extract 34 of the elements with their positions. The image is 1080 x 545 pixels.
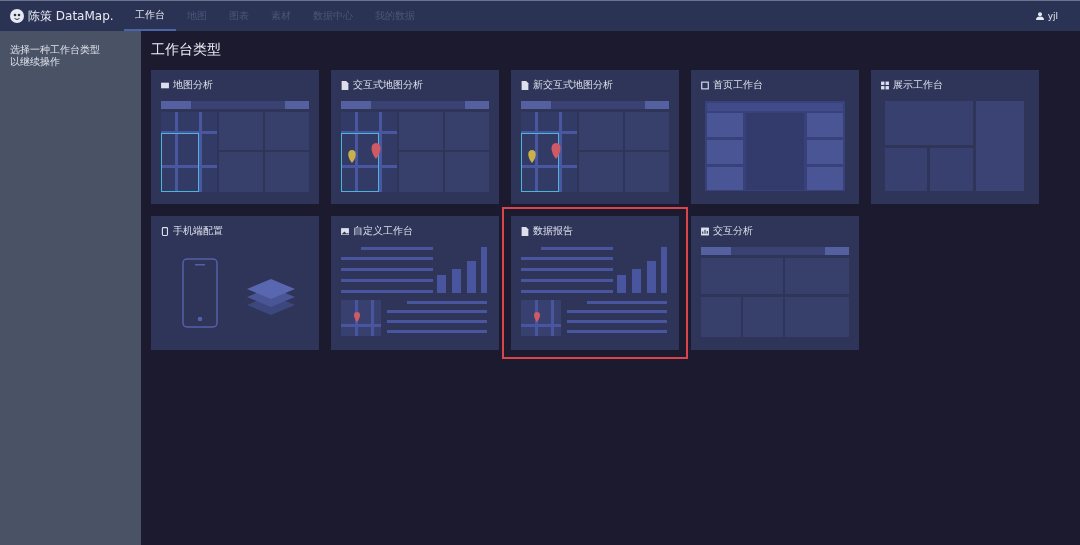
- card-title: 展示工作台: [893, 78, 943, 92]
- card-title: 新交互式地图分析: [533, 78, 613, 92]
- workspace-card[interactable]: 数据报告: [511, 216, 679, 350]
- workspace-card[interactable]: 自定义工作台: [331, 216, 499, 350]
- workspace-card[interactable]: 展示工作台: [871, 70, 1039, 204]
- card-title: 自定义工作台: [353, 224, 413, 238]
- document-icon: [521, 80, 529, 90]
- user-name[interactable]: yjl: [1047, 11, 1058, 21]
- workspace-card[interactable]: 首页工作台: [691, 70, 859, 204]
- window-icon: [701, 80, 709, 90]
- workspace-card[interactable]: 交互式地图分析: [331, 70, 499, 204]
- phone-icon: [161, 226, 169, 236]
- workspace-card[interactable]: 新交互式地图分析: [511, 70, 679, 204]
- app-logo: 陈策 DataMap.: [28, 7, 114, 25]
- image-icon: [341, 226, 349, 236]
- card-title: 地图分析: [173, 78, 213, 92]
- rectangle-icon: [161, 80, 169, 90]
- logo-icon: [10, 9, 24, 23]
- grid-icon: [881, 80, 889, 90]
- sidebar-hint: 选择一种工作台类型: [10, 44, 101, 56]
- sidebar-hint: 以继续操作: [10, 56, 61, 68]
- card-title: 数据报告: [533, 224, 573, 238]
- card-title: 手机端配置: [173, 224, 223, 238]
- card-title: 首页工作台: [713, 78, 763, 92]
- card-title: 交互分析: [713, 224, 753, 238]
- section-title: 工作台类型: [151, 41, 222, 59]
- workspace-card[interactable]: 交互分析: [691, 216, 859, 350]
- workspace-card[interactable]: 地图分析: [151, 70, 319, 204]
- chart-icon: [701, 226, 709, 236]
- document-icon: [521, 226, 529, 236]
- user-icon: [1035, 12, 1044, 20]
- workspace-card[interactable]: 手机端配置: [151, 216, 319, 350]
- document-icon: [341, 80, 349, 90]
- card-title: 交互式地图分析: [353, 78, 423, 92]
